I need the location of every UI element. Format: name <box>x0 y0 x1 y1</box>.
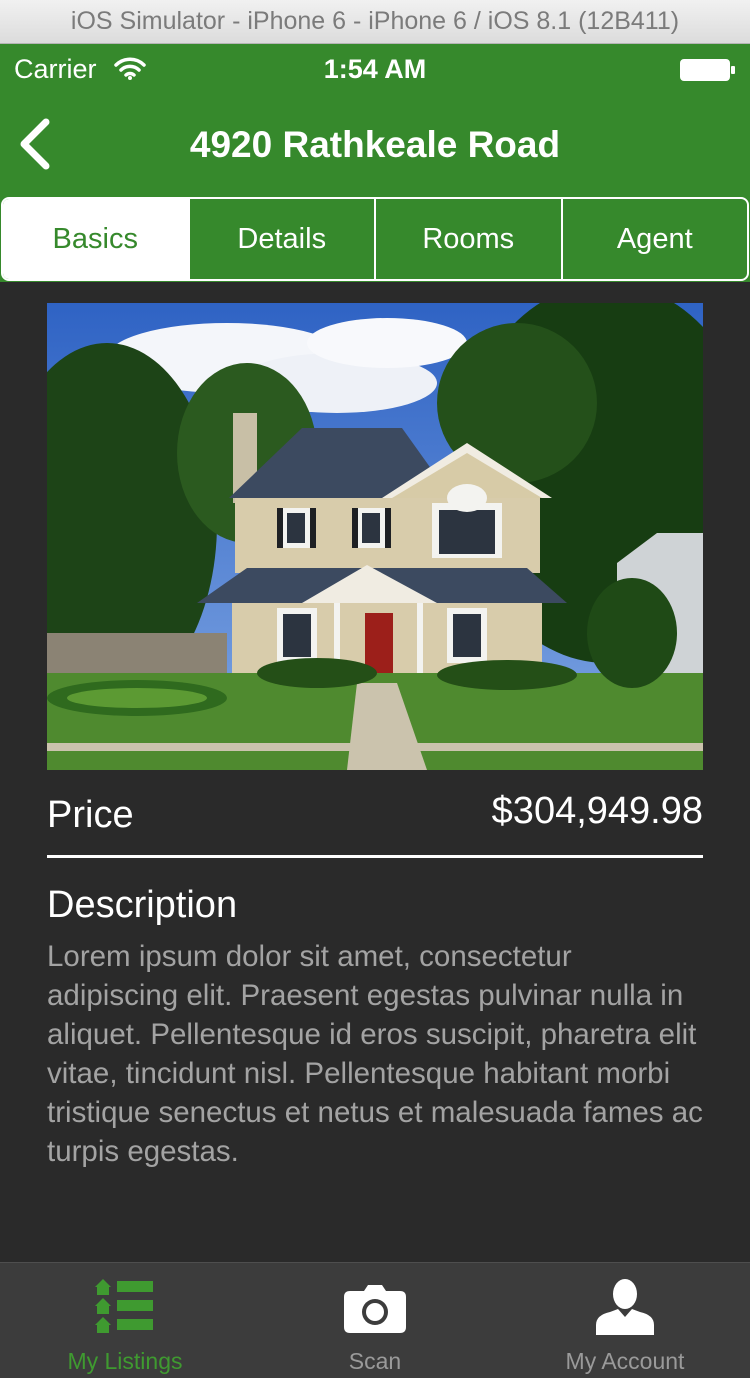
tab-details[interactable]: Details <box>187 199 375 279</box>
description-text: Lorem ipsum dolor sit amet, consectetur … <box>47 940 703 1168</box>
tab-my-account[interactable]: My Account <box>500 1263 750 1378</box>
navigation-bar: 4920 Rathkeale Road <box>0 96 750 196</box>
simulator-title: iOS Simulator - iPhone 6 - iPhone 6 / iO… <box>70 7 680 35</box>
listings-icon <box>95 1279 153 1333</box>
header: Carrier 1:54 AM 4920 Rathkeale Road <box>0 44 750 196</box>
tab-bar: My Listings Scan My Account <box>0 1262 750 1378</box>
battery-icon <box>680 59 735 81</box>
page-title: 4920 Rathkeale Road <box>189 124 561 165</box>
tab-label-my-account: My Account <box>565 1348 685 1374</box>
camera-icon <box>344 1285 406 1333</box>
tab-basics[interactable]: Basics <box>3 199 188 279</box>
segmented-control: Basics Details Rooms Agent <box>0 196 750 282</box>
divider <box>47 855 703 858</box>
tab-scan[interactable]: Scan <box>250 1263 500 1378</box>
status-time: 1:54 AM <box>323 54 427 84</box>
house-photo <box>47 303 703 770</box>
tab-label-scan: Scan <box>348 1348 402 1374</box>
tab-agent[interactable]: Agent <box>560 199 748 279</box>
simulator-title-bar: iOS Simulator - iPhone 6 - iPhone 6 / iO… <box>0 0 750 44</box>
price-label: Price <box>47 794 134 836</box>
status-bar: Carrier 1:54 AM <box>0 44 750 96</box>
description-heading: Description <box>47 884 238 926</box>
price-row: Price $304,949.98 <box>47 788 703 848</box>
tab-my-listings[interactable]: My Listings <box>0 1263 250 1378</box>
tab-label-my-listings: My Listings <box>67 1348 183 1374</box>
tab-rooms[interactable]: Rooms <box>374 199 561 279</box>
price-value: $304,949.98 <box>491 790 703 832</box>
listing-content[interactable]: Price $304,949.98 Description Lorem ipsu… <box>0 282 750 1262</box>
person-icon <box>596 1279 654 1335</box>
